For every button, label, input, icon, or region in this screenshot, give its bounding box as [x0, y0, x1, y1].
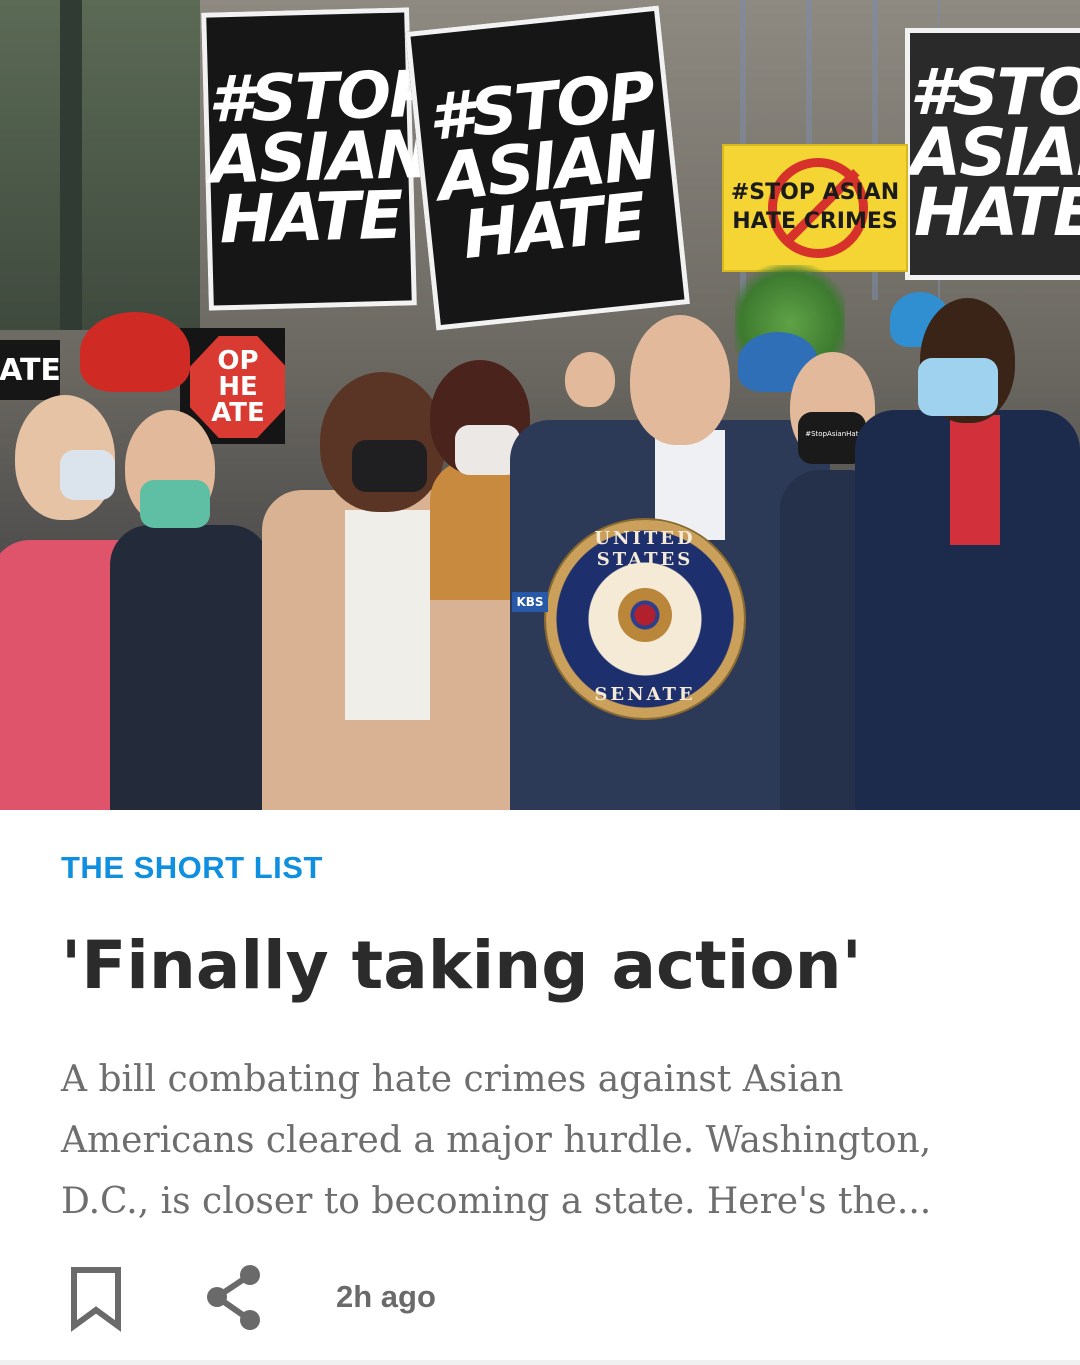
sign-text: HATE: [459, 178, 649, 275]
hero-photo-scene: #STOP ASIAN HATE #STOP ASIAN HATE #STOP …: [0, 0, 1080, 810]
bookmark-button[interactable]: [60, 1262, 132, 1334]
article-hero-image[interactable]: #STOP ASIAN HATE #STOP ASIAN HATE #STOP …: [0, 0, 1080, 810]
sign-text: HATE: [913, 174, 1080, 252]
article-headline[interactable]: 'Finally taking action': [61, 928, 1041, 1004]
sign-text: OP: [217, 346, 259, 376]
protest-sign: #STOP ASIAN HATE: [905, 28, 1080, 280]
seal-text: UNITED STATES: [594, 528, 696, 570]
article-timestamp: 2h ago: [336, 1279, 436, 1314]
card-divider: [0, 1360, 1080, 1365]
article-summary[interactable]: A bill combating hate crimes against Asi…: [61, 1049, 1021, 1232]
share-button[interactable]: [198, 1262, 270, 1334]
mic-flag-text: KBS: [516, 595, 544, 609]
stop-octagon: OP HE ATE: [190, 336, 285, 438]
sign-text: HE: [218, 372, 258, 402]
protest-sign: #STOP ASIAN HATE: [201, 7, 435, 311]
sign-text: #STOP ASIAN: [730, 180, 900, 206]
bookmark-icon: [71, 1267, 121, 1332]
hate-crimes-sign: #STOP ASIAN HATE CRIMES: [722, 144, 908, 272]
protest-sign: #STOP ASIAN HATE: [405, 5, 690, 331]
eagle-emblem-icon: [618, 588, 672, 642]
seal-text: SENATE: [594, 684, 696, 705]
article-actions: 2h ago: [0, 1262, 1080, 1334]
street-pole: [60, 0, 82, 330]
senate-seal: UNITED STATES SENATE: [546, 520, 744, 718]
background-building: [0, 0, 200, 330]
sign-text: HATE: [218, 177, 403, 259]
sign-text: ATE: [211, 398, 265, 428]
section-kicker[interactable]: THE SHORT LIST: [61, 850, 323, 886]
sign-text: HATE CRIMES: [732, 209, 898, 234]
sign-text: ATE: [0, 352, 61, 388]
partial-sign: ATE: [0, 340, 61, 400]
microphone-flag: KBS: [512, 592, 548, 612]
share-icon: [207, 1265, 260, 1330]
